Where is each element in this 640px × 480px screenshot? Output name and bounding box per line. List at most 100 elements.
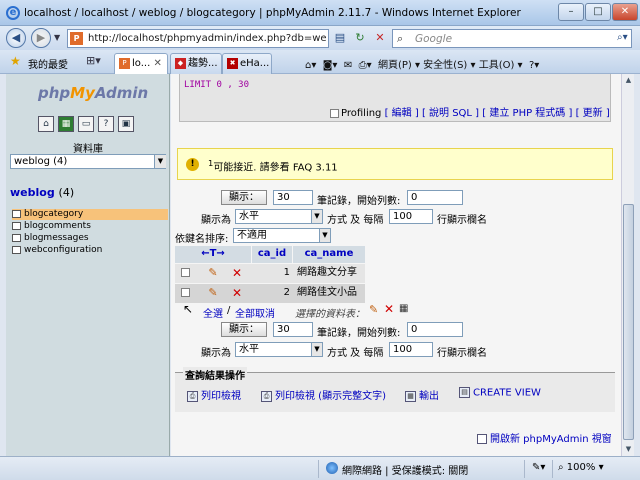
query-window-icon[interactable]: ▭ — [78, 116, 94, 132]
row-checkbox[interactable] — [181, 284, 195, 303]
refresh-icon[interactable]: ↻ — [352, 29, 368, 48]
address-bar[interactable]: P http://localhost/phpmyadmin/index.php?… — [67, 29, 329, 48]
create-php-code-link[interactable]: [ 建立 PHP 程式碼 ] — [482, 108, 572, 119]
start-row-input[interactable]: 0 — [407, 190, 463, 205]
export-label[interactable]: 輸出 — [419, 391, 439, 402]
sidebar-item-blogmessages[interactable]: blogmessages — [12, 233, 168, 244]
maximize-button[interactable]: □ — [585, 3, 611, 21]
search-box[interactable]: ⌕ Google ⌕▾ — [392, 29, 632, 48]
chevron-down-icon[interactable]: ▼ — [311, 343, 322, 356]
zoom-level[interactable]: ⌕ 100% ▾ — [558, 462, 604, 473]
column-header-ca-id[interactable]: ca_id — [252, 246, 292, 263]
scroll-down-icon[interactable]: ▼ — [622, 443, 635, 456]
database-name[interactable]: weblog — [10, 186, 55, 199]
table-link-label[interactable]: blogmessages — [24, 233, 89, 243]
print-icon[interactable]: ⎙▾ — [359, 60, 372, 71]
search-input[interactable]: Google — [415, 33, 452, 45]
protected-mode-icon[interactable]: ✎▾ — [532, 462, 545, 473]
row-checkbox[interactable] — [181, 264, 195, 283]
tab-close-icon[interactable]: ✕ — [153, 58, 161, 69]
phpmyadmin-logo[interactable]: phpMyAdmin — [38, 84, 148, 102]
display-mode-select[interactable]: 水平 ▼ — [235, 342, 323, 357]
database-select[interactable]: weblog (4) ▼ — [10, 154, 166, 169]
refresh-link[interactable]: [ 更新 ] — [576, 108, 610, 119]
sql-query-icon[interactable]: ▦ — [58, 116, 74, 132]
print-view-full-label[interactable]: 列印檢視 (顯示完整文字) — [275, 391, 386, 402]
mail-icon[interactable]: ✉ — [344, 60, 352, 71]
show-button[interactable]: 顯示： — [221, 322, 267, 337]
profiling-checkbox[interactable] — [330, 108, 339, 118]
command-bar[interactable]: ⌂▾ ◙▾ ✉ ⎙▾ 網頁(P) ▾ 安全性(S) ▾ 工具(O) ▾ ?▾ — [305, 56, 539, 71]
print-view-label[interactable]: 列印檢視 — [201, 391, 241, 402]
sidebar-item-webconfiguration[interactable]: webconfiguration — [12, 245, 168, 256]
table-link-label[interactable]: blogcategory — [24, 209, 83, 219]
export-selected-icon[interactable]: ▦ — [399, 303, 408, 314]
repeat-headers-input[interactable]: 100 — [389, 209, 433, 224]
show-button[interactable]: 顯示： — [221, 190, 267, 205]
quick-tabs-icon[interactable]: ⊞▾ — [86, 54, 101, 67]
delete-selected-icon[interactable]: ✕ — [384, 302, 394, 316]
edit-pencil-icon[interactable]: ✎ — [205, 284, 221, 303]
row-checkbox-box[interactable] — [181, 267, 190, 277]
favorites-star-icon[interactable]: ★ — [10, 54, 21, 68]
start-row-input[interactable]: 0 — [407, 322, 463, 337]
tab-trend[interactable]: ◆ 趨勢... — [170, 53, 222, 74]
row-checkbox-box[interactable] — [181, 287, 190, 297]
close-button[interactable]: ✕ — [612, 3, 638, 21]
table-link-label[interactable]: webconfiguration — [24, 245, 102, 255]
scroll-thumb[interactable] — [623, 204, 634, 440]
back-button[interactable]: ◀ — [6, 28, 26, 48]
export-link[interactable]: ▦ 輸出 — [405, 387, 439, 402]
create-view-link[interactable]: ▤ CREATE VIEW — [459, 387, 541, 399]
compatibility-view-icon[interactable]: ▤ — [332, 29, 348, 48]
command-menus[interactable]: 網頁(P) ▾ 安全性(S) ▾ 工具(O) ▾ — [378, 60, 523, 71]
edit-link[interactable]: [ 編輯 ] — [385, 108, 419, 119]
sort-by-key-select[interactable]: 不適用 ▼ — [233, 228, 331, 243]
scroll-up-icon[interactable]: ▲ — [622, 74, 635, 87]
forward-button[interactable]: ▶ — [31, 28, 51, 48]
sidebar-item-blogcategory[interactable]: blogcategory — [12, 209, 168, 220]
explain-sql-link[interactable]: [ 說明 SQL ] — [422, 108, 479, 119]
open-new-window-link[interactable]: 開啟新 phpMyAdmin 視窗 — [477, 430, 612, 445]
table-icon[interactable] — [12, 209, 21, 218]
home-icon[interactable]: ⌂ — [38, 116, 54, 132]
sql-docs-icon[interactable]: ▣ — [118, 116, 134, 132]
table-icon[interactable] — [12, 221, 21, 230]
documentation-icon[interactable]: ? — [98, 116, 114, 132]
chevron-down-icon[interactable]: ▼ — [311, 210, 322, 223]
rows-input[interactable]: 30 — [273, 322, 313, 337]
tab-ehappy[interactable]: ✖ eHa... — [222, 53, 272, 74]
table-icon[interactable] — [12, 245, 21, 254]
column-arrows-header[interactable]: ←T→ — [175, 246, 251, 263]
database-heading[interactable]: weblog (4) — [10, 186, 74, 199]
open-new-window-label[interactable]: 開啟新 phpMyAdmin 視窗 — [490, 434, 612, 445]
delete-icon[interactable]: ✕ — [229, 264, 245, 283]
column-header-ca-name[interactable]: ca_name — [293, 246, 365, 263]
rows-input[interactable]: 30 — [273, 190, 313, 205]
print-view-full-link[interactable]: ⎙ 列印檢視 (顯示完整文字) — [261, 387, 386, 402]
security-zone-text[interactable]: 網際網路 | 受保護模式: 關閉 — [342, 462, 468, 477]
recent-pages-dropdown-icon[interactable]: ▼ — [54, 33, 60, 42]
zoom-value[interactable]: 100% — [567, 462, 596, 473]
deselect-all-link[interactable]: 全部取消 — [235, 305, 275, 320]
help-icon[interactable]: ?▾ — [529, 60, 539, 71]
stop-icon[interactable]: ✕ — [372, 29, 388, 48]
search-go-icon[interactable]: ⌕▾ — [617, 32, 628, 43]
favorites-button[interactable]: 我的最愛 — [28, 56, 68, 71]
table-link-label[interactable]: blogcomments — [24, 221, 91, 231]
feeds-icon[interactable]: ◙▾ — [323, 60, 338, 71]
sidebar-item-blogcomments[interactable]: blogcomments — [12, 221, 168, 232]
home-icon[interactable]: ⌂▾ — [305, 60, 316, 71]
edit-pencil-icon[interactable]: ✎ — [205, 264, 221, 283]
tab-localhost[interactable]: Plo... ✕ — [114, 53, 168, 74]
chevron-down-icon[interactable]: ▼ — [319, 229, 330, 242]
table-icon[interactable] — [12, 233, 21, 242]
vertical-scrollbar[interactable]: ▲ ▼ — [621, 74, 634, 456]
create-view-label[interactable]: CREATE VIEW — [473, 388, 541, 399]
repeat-headers-input[interactable]: 100 — [389, 342, 433, 357]
minimize-button[interactable]: – — [558, 3, 584, 21]
display-mode-select[interactable]: 水平 ▼ — [235, 209, 323, 224]
chevron-down-icon[interactable]: ▼ — [154, 155, 166, 168]
select-all-link[interactable]: 全選 — [203, 305, 223, 320]
delete-icon[interactable]: ✕ — [229, 284, 245, 303]
